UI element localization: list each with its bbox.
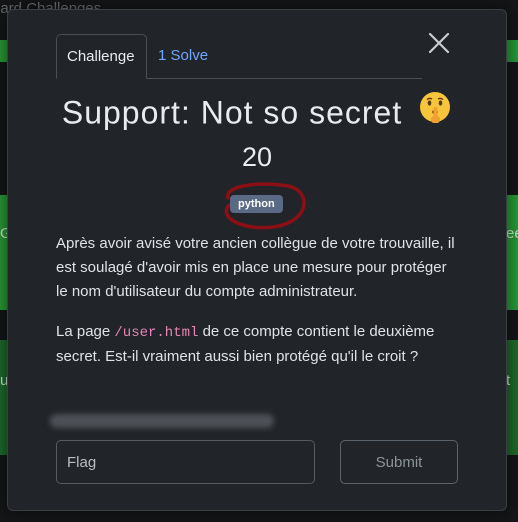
description-paragraph-2: La page /user.html de ce compte contient… <box>56 320 462 369</box>
redacted-text <box>50 414 274 428</box>
flag-input[interactable] <box>56 440 315 484</box>
background-side-text-right-1: ee <box>506 225 518 242</box>
description-2-prefix: La page <box>56 323 115 340</box>
description-paragraph-1: Après avoir avisé votre ancien collègue … <box>56 235 455 300</box>
tab-solves[interactable]: 1 Solve <box>148 34 218 78</box>
tag-badge: python <box>230 195 283 213</box>
close-icon[interactable] <box>426 30 452 56</box>
inline-code-path: /user.html <box>114 325 199 341</box>
modal-tabs: Challenge 1 Solve <box>56 34 422 79</box>
challenge-description: Après avoir avisé votre ancien collègue … <box>56 232 462 385</box>
challenge-value: 20 <box>241 142 273 172</box>
tag-area: python <box>218 178 308 230</box>
submit-button[interactable]: Submit <box>340 440 458 484</box>
shushing-face-icon <box>418 90 452 132</box>
challenge-modal: Challenge 1 Solve Support: Not so secret… <box>7 9 507 511</box>
tab-challenge[interactable]: Challenge <box>56 34 147 79</box>
challenge-title: Support: Not so secret <box>8 92 506 136</box>
challenge-title-text: Support: Not so secret <box>61 94 403 131</box>
